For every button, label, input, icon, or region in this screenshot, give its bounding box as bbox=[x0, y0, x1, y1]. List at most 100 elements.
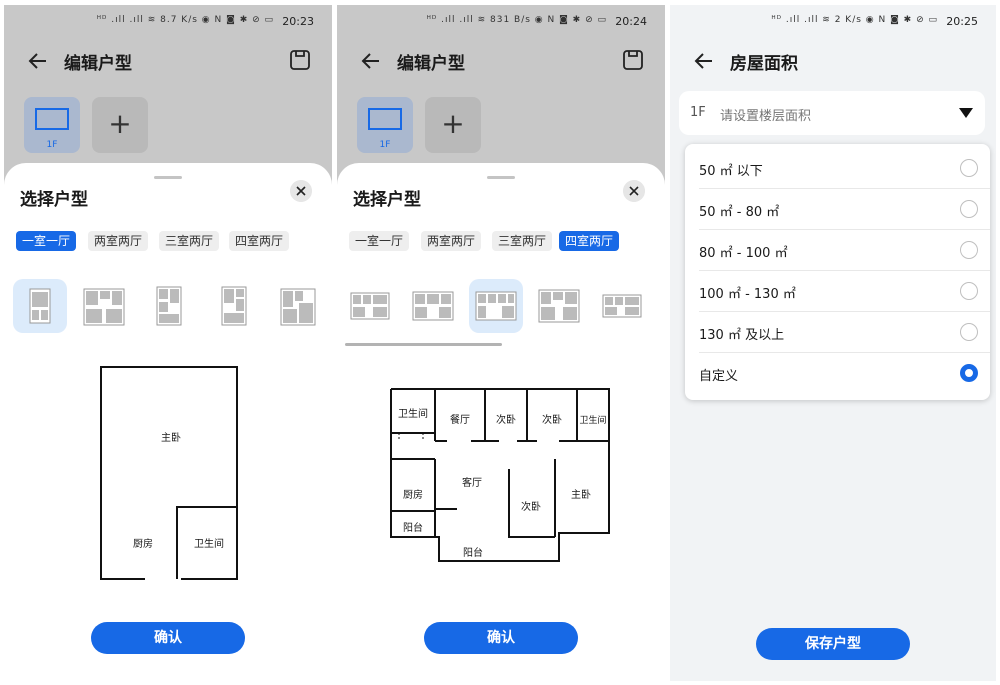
floor-outline bbox=[35, 108, 69, 130]
area-option[interactable]: 自定义 bbox=[685, 353, 990, 394]
room-label-master: 主卧 bbox=[161, 431, 181, 444]
status-bar: ᴴᴰ .ıll .ıll ≋ 2 K/s ◉ N ◙ ✱ ⊘ ▭ 20:25 bbox=[670, 5, 996, 39]
layout-type-tabs: 一室一厅 两室两厅 三室两厅 四室两厅 bbox=[349, 231, 665, 253]
layout-thumbnail[interactable] bbox=[595, 279, 649, 333]
radio-icon[interactable] bbox=[960, 323, 978, 341]
option-label: 50 ㎡ 以下 bbox=[699, 164, 763, 179]
save-icon[interactable] bbox=[621, 48, 645, 72]
tab-three-room[interactable]: 三室两厅 bbox=[492, 231, 553, 251]
layout-thumbnails bbox=[4, 279, 332, 339]
option-label: 100 ㎡ - 130 ㎡ bbox=[699, 287, 796, 302]
page-title: 编辑户型 bbox=[397, 54, 465, 74]
tab-four-room[interactable]: 四室两厅 bbox=[229, 231, 290, 251]
radio-icon[interactable] bbox=[960, 282, 978, 300]
status-bar: ᴴᴰ .ıll .ıll ≋ 8.7 K/s ◉ N ◙ ✱ ⊘ ▭ 20:23 bbox=[4, 5, 332, 39]
room-label-bathroom: 卫生间 bbox=[398, 407, 428, 420]
screen-house-area: ᴴᴰ .ıll .ıll ≋ 2 K/s ◉ N ◙ ✱ ⊘ ▭ 20:25 房… bbox=[670, 5, 996, 681]
floor-plan-four-room: 卫生间 餐厅 次卧 次卧 卫生间 客厅 厨房 次卧 主卧 阳台 阳台 bbox=[390, 388, 610, 562]
room-label-bathroom: 卫生间 bbox=[579, 414, 606, 426]
room-label-bedroom: 次卧 bbox=[496, 413, 516, 426]
floor-thumbnail[interactable]: 1F bbox=[357, 97, 413, 153]
room-label-living: 客厅 bbox=[462, 476, 482, 489]
floor-label: 1F bbox=[379, 140, 391, 150]
close-icon[interactable] bbox=[623, 180, 645, 202]
plus-icon: + bbox=[108, 107, 132, 140]
save-icon[interactable] bbox=[288, 48, 312, 72]
area-option[interactable]: 50 ㎡ - 80 ㎡ bbox=[685, 189, 990, 230]
option-label: 80 ㎡ - 100 ㎡ bbox=[699, 246, 788, 261]
room-label-bedroom: 次卧 bbox=[542, 413, 562, 426]
app-bar: 编辑户型 bbox=[4, 41, 332, 81]
sheet-title: 选择户型 bbox=[353, 190, 421, 210]
floor-outline bbox=[368, 108, 402, 130]
area-options-list: 50 ㎡ 以下 50 ㎡ - 80 ㎡ 80 ㎡ - 100 ㎡ 100 ㎡ -… bbox=[685, 144, 990, 400]
status-bar: ᴴᴰ .ıll .ıll ≋ 831 B/s ◉ N ◙ ✱ ⊘ ▭ 20:24 bbox=[337, 5, 665, 39]
radio-icon[interactable] bbox=[960, 241, 978, 259]
room-label-balcony: 阳台 bbox=[463, 546, 483, 559]
status-icons: ᴴᴰ .ıll .ıll ≋ 8.7 K/s ◉ N ◙ ✱ ⊘ ▭ bbox=[96, 15, 274, 25]
drag-handle[interactable] bbox=[154, 176, 182, 179]
status-time: 20:23 bbox=[282, 15, 314, 28]
tab-four-room[interactable]: 四室两厅 bbox=[559, 231, 620, 251]
drag-handle[interactable] bbox=[487, 176, 515, 179]
room-label-dining: 餐厅 bbox=[450, 413, 470, 426]
tab-one-room[interactable]: 一室一厅 bbox=[349, 231, 410, 251]
back-arrow-icon[interactable] bbox=[24, 47, 52, 75]
layout-thumbnail[interactable] bbox=[406, 279, 460, 333]
option-label: 130 ㎡ 及以上 bbox=[699, 328, 785, 343]
tab-three-room[interactable]: 三室两厅 bbox=[159, 231, 220, 251]
floor-thumbnail[interactable]: 1F bbox=[24, 97, 80, 153]
page-title: 房屋面积 bbox=[730, 54, 798, 74]
back-arrow-icon[interactable] bbox=[690, 47, 718, 75]
confirm-button[interactable]: 确认 bbox=[91, 622, 245, 654]
add-floor-button[interactable]: + bbox=[425, 97, 481, 153]
status-time: 20:25 bbox=[946, 15, 978, 28]
area-placeholder: 请设置楼层面积 bbox=[720, 109, 812, 124]
screen-edit-layout-one-room: ᴴᴰ .ıll .ıll ≋ 8.7 K/s ◉ N ◙ ✱ ⊘ ▭ 20:23… bbox=[4, 5, 332, 681]
layout-thumbnails bbox=[337, 279, 665, 339]
layout-type-tabs: 一室一厅 两室两厅 三室两厅 四室两厅 bbox=[16, 231, 332, 253]
tab-two-room[interactable]: 两室两厅 bbox=[88, 231, 149, 251]
floor-plan-one-room: 主卧 厨房 卫生间 bbox=[100, 366, 238, 580]
back-arrow-icon[interactable] bbox=[357, 47, 385, 75]
page-title: 编辑户型 bbox=[64, 54, 132, 74]
option-label: 自定义 bbox=[699, 369, 739, 384]
layout-thumbnail[interactable] bbox=[13, 279, 67, 333]
option-label: 50 ㎡ - 80 ㎡ bbox=[699, 205, 780, 220]
add-floor-button[interactable]: + bbox=[92, 97, 148, 153]
area-option[interactable]: 80 ㎡ - 100 ㎡ bbox=[685, 230, 990, 271]
radio-checked-icon[interactable] bbox=[960, 364, 978, 382]
save-layout-button[interactable]: 保存户型 bbox=[756, 628, 910, 660]
radio-icon[interactable] bbox=[960, 200, 978, 218]
room-label-kitchen: 厨房 bbox=[133, 537, 153, 550]
close-icon[interactable] bbox=[290, 180, 312, 202]
confirm-button[interactable]: 确认 bbox=[424, 622, 578, 654]
tab-two-room[interactable]: 两室两厅 bbox=[421, 231, 482, 251]
tab-one-room[interactable]: 一室一厅 bbox=[16, 231, 77, 251]
room-label-master: 主卧 bbox=[571, 488, 591, 501]
floor-area-select[interactable]: 1F 请设置楼层面积 bbox=[679, 91, 985, 135]
floor-label: 1F bbox=[46, 140, 58, 150]
status-icons: ᴴᴰ .ıll .ıll ≋ 831 B/s ◉ N ◙ ✱ ⊘ ▭ bbox=[426, 15, 607, 25]
layout-thumbnail[interactable] bbox=[143, 279, 197, 333]
dropdown-triangle-icon[interactable] bbox=[959, 108, 973, 118]
layout-thumbnail[interactable] bbox=[469, 279, 523, 333]
layout-thumbnail[interactable] bbox=[343, 279, 397, 333]
layout-thumbnail[interactable] bbox=[78, 279, 132, 333]
layout-thumbnail[interactable] bbox=[532, 279, 586, 333]
area-option[interactable]: 100 ㎡ - 130 ㎡ bbox=[685, 271, 990, 312]
room-label-bathroom: 卫生间 bbox=[194, 537, 224, 550]
layout-thumbnail[interactable] bbox=[208, 279, 262, 333]
radio-icon[interactable] bbox=[960, 159, 978, 177]
screen-edit-layout-four-room: ᴴᴰ .ıll .ıll ≋ 831 B/s ◉ N ◙ ✱ ⊘ ▭ 20:24… bbox=[337, 5, 665, 681]
plus-icon: + bbox=[441, 107, 465, 140]
app-bar: 房屋面积 bbox=[670, 41, 996, 81]
room-label-bedroom: 次卧 bbox=[521, 500, 541, 513]
area-option[interactable]: 130 ㎡ 及以上 bbox=[685, 312, 990, 353]
layout-thumbnail[interactable] bbox=[273, 279, 327, 333]
status-icons: ᴴᴰ .ıll .ıll ≋ 2 K/s ◉ N ◙ ✱ ⊘ ▭ bbox=[771, 15, 938, 25]
floor-code: 1F bbox=[690, 105, 706, 120]
room-label-kitchen: 厨房 bbox=[403, 488, 423, 501]
thumbnail-scrollbar[interactable] bbox=[345, 343, 502, 346]
area-option[interactable]: 50 ㎡ 以下 bbox=[685, 148, 990, 189]
